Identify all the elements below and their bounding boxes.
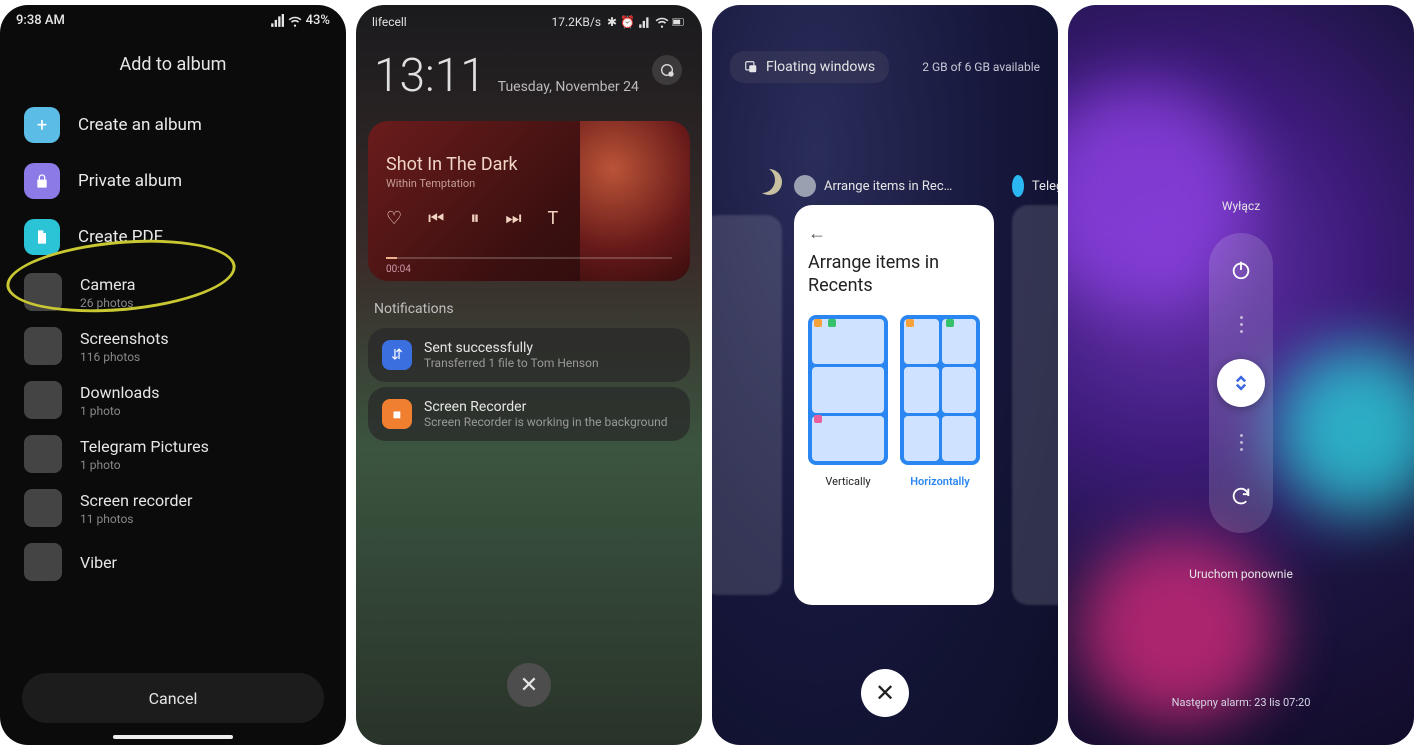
recents-apps: Arrange items in Rec… ← Arrange items in… [794, 175, 1058, 605]
telegram-app-icon [1012, 175, 1024, 197]
option-horizontal[interactable]: Horizontally [900, 315, 980, 488]
status-right: 43% [270, 13, 330, 28]
lyrics-icon[interactable]: T [548, 208, 559, 229]
album-telegram[interactable]: Telegram Pictures 1 photo [0, 427, 346, 481]
prev-icon[interactable]: ⏮ [428, 208, 444, 229]
settings-shortcut-icon[interactable] [652, 55, 682, 85]
album-screen-recorder[interactable]: Screen recorder 11 photos [0, 481, 346, 535]
pdf-icon [24, 219, 60, 255]
clear-notifications-button[interactable]: ✕ [507, 663, 551, 707]
private-album-button[interactable]: Private album [0, 153, 346, 209]
notification-share[interactable]: ⇵ Sent successfully Transferred 1 file t… [368, 328, 690, 382]
status-bar: lifecell 17.2KB/s ✱ ⏰ [356, 5, 702, 39]
panel-gallery-add-to-album: 9:38 AM 43% Add to album + Create an alb… [0, 5, 346, 745]
clock: 13:11 [374, 49, 486, 103]
bluetooth-icon: ✱ [604, 15, 617, 29]
recents-card-bg[interactable] [712, 215, 782, 595]
album-thumb [24, 327, 62, 365]
recents-card-bg[interactable] [1012, 205, 1058, 605]
pause-icon[interactable]: ⏸ [470, 208, 479, 229]
bg-blur [1274, 345, 1414, 515]
clock-row: 13:11 Tuesday, November 24 [356, 39, 702, 115]
lock-icon [24, 163, 60, 199]
album-viber[interactable]: Viber [0, 535, 346, 589]
wifi-icon [655, 15, 669, 29]
recorder-icon: ■ [382, 399, 412, 429]
music-source [386, 137, 672, 148]
panel-recents: Floating windows 2 GB of 6 GB available … [712, 5, 1058, 745]
date: Tuesday, November 24 [498, 79, 639, 95]
power-slider[interactable] [1209, 233, 1273, 533]
power-icon[interactable] [1222, 251, 1260, 289]
track-artist: Within Temptation [386, 177, 672, 190]
next-icon[interactable]: ⏭ [505, 208, 521, 229]
wifi-icon [288, 14, 302, 28]
battery-icon [672, 15, 686, 29]
signal-icon [638, 15, 652, 29]
memory-status: 2 GB of 6 GB available [922, 60, 1040, 74]
notification-recorder[interactable]: ■ Screen Recorder Screen Recorder is wor… [368, 387, 690, 441]
option-vertical[interactable]: Vertically [808, 315, 888, 488]
clear-recents-button[interactable]: ✕ [861, 669, 909, 717]
carrier-label: lifecell [372, 15, 407, 29]
album-thumb [24, 543, 62, 581]
album-thumb [24, 381, 62, 419]
album-thumb [24, 273, 62, 311]
status-bar: 9:38 AM 43% [0, 5, 346, 36]
dots-icon [1240, 434, 1243, 451]
status-right: 17.2KB/s ✱ ⏰ [551, 15, 686, 29]
status-battery: 43% [306, 13, 330, 28]
section-title: Notifications [356, 287, 702, 323]
create-album-button[interactable]: + Create an album [0, 97, 346, 153]
plus-icon: + [24, 107, 60, 143]
panel-power-menu: Wyłącz Uruchom ponownie Następny alarm: … [1068, 5, 1414, 745]
cancel-button[interactable]: Cancel [22, 673, 324, 723]
recents-app-settings[interactable]: Arrange items in Rec… ← Arrange items in… [794, 175, 994, 605]
like-icon[interactable]: ♡ [386, 208, 402, 229]
reboot-label: Uruchom ponownie [1068, 567, 1414, 581]
power-off-label: Wyłącz [1068, 199, 1414, 213]
progress-time: 00:04 [386, 264, 411, 275]
signal-icon [270, 14, 284, 28]
reboot-icon[interactable] [1222, 477, 1260, 515]
back-icon[interactable]: ← [808, 223, 980, 244]
drag-handle[interactable] [1217, 359, 1265, 407]
next-alarm: Następny alarm: 23 lis 07:20 [1068, 696, 1414, 709]
share-icon: ⇵ [382, 340, 412, 370]
recents-card[interactable]: ← Arrange items in Recents Vertically [794, 205, 994, 605]
recents-top: Floating windows 2 GB of 6 GB available [712, 5, 1058, 89]
home-indicator[interactable] [113, 735, 233, 739]
progress-bar[interactable] [386, 257, 672, 259]
settings-app-icon [794, 175, 816, 197]
album-thumb [24, 435, 62, 473]
album-camera[interactable]: Camera 26 photos [0, 265, 346, 319]
album-downloads[interactable]: Downloads 1 photo [0, 373, 346, 427]
status-time: 9:38 AM [16, 13, 65, 28]
floating-icon [744, 60, 758, 74]
floating-windows-button[interactable]: Floating windows [730, 51, 889, 83]
sheet-title: Add to album [0, 36, 346, 97]
album-screenshots[interactable]: Screenshots 116 photos [0, 319, 346, 373]
dots-icon [1240, 316, 1243, 333]
create-pdf-button[interactable]: Create PDF [0, 209, 346, 265]
moon-icon [756, 169, 782, 195]
alarm-icon: ⏰ [620, 15, 635, 29]
music-widget[interactable]: Shot In The Dark Within Temptation ♡ ⏮ ⏸… [368, 121, 690, 281]
panel-lockscreen-notifications: lifecell 17.2KB/s ✱ ⏰ 13:11 Tuesday, Nov… [356, 5, 702, 745]
network-speed: 17.2KB/s [551, 15, 601, 29]
album-thumb [24, 489, 62, 527]
recents-app-telegram[interactable]: Teleg… [1012, 175, 1058, 605]
card-title: Arrange items in Recents [808, 252, 980, 297]
